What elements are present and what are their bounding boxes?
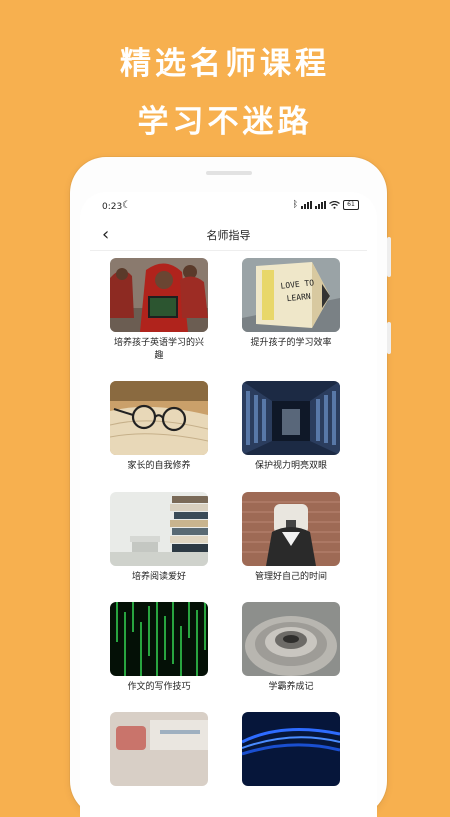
app-screen: 0:23 ☾ ᛒ 61 ‹ 名师指导 培养孩子英语学习的兴趣 LOVE TO L… xyxy=(80,192,377,817)
course-title: 提升孩子的学习效率 xyxy=(250,338,332,348)
bluetooth-icon: ᛒ xyxy=(292,200,298,210)
course-thumbnail xyxy=(110,492,208,566)
course-card[interactable]: 家长的自我修养 xyxy=(110,381,208,473)
course-card[interactable] xyxy=(110,712,208,791)
course-card[interactable]: 培养阅读爱好 xyxy=(110,492,208,584)
phone-speaker xyxy=(206,171,252,175)
course-thumbnail xyxy=(242,712,340,786)
status-time: 0:23 xyxy=(102,202,123,212)
course-title: 培养孩子英语学习的兴趣 xyxy=(114,338,205,361)
course-thumbnail xyxy=(110,712,208,786)
course-title: 作文的写作技巧 xyxy=(127,682,191,692)
do-not-disturb-icon: ☾ xyxy=(122,200,131,211)
course-title: 学霸养成记 xyxy=(268,682,314,692)
course-card[interactable]: 保护视力明亮双眼 xyxy=(242,381,340,473)
course-thumbnail xyxy=(242,381,340,455)
course-title: 保护视力明亮双眼 xyxy=(254,461,327,471)
wifi-icon xyxy=(329,201,340,209)
course-thumbnail xyxy=(110,602,208,676)
signal-icon xyxy=(315,201,326,209)
course-card[interactable] xyxy=(242,712,340,791)
course-title: 管理好自己的时间 xyxy=(254,572,327,582)
phone-side-button xyxy=(387,237,391,277)
promo-headline-2: 学习不迷路 xyxy=(137,104,313,140)
course-thumbnail xyxy=(242,492,340,566)
course-thumbnail xyxy=(242,602,340,676)
phone-side-button xyxy=(387,322,391,354)
course-thumbnail xyxy=(110,381,208,455)
status-bar: 0:23 ☾ ᛒ 61 xyxy=(80,192,377,218)
nav-bar: ‹ 名师指导 xyxy=(90,220,367,251)
course-title: 培养阅读爱好 xyxy=(131,572,186,582)
course-card[interactable]: 学霸养成记 xyxy=(242,602,340,694)
signal-icon xyxy=(301,201,312,209)
page-title: 名师指导 xyxy=(206,229,251,242)
course-thumbnail: LOVE TO LEARN xyxy=(242,258,340,332)
love-to-learn-text: LOVE TO LEARN xyxy=(280,278,315,304)
course-title: 家长的自我修养 xyxy=(127,461,191,471)
phone-frame: 0:23 ☾ ᛒ 61 ‹ 名师指导 培养孩子英语学习的兴趣 LOVE TO L… xyxy=(70,157,391,817)
course-card[interactable]: 培养孩子英语学习的兴趣 xyxy=(110,258,208,363)
course-card[interactable]: 管理好自己的时间 xyxy=(242,492,340,584)
course-card[interactable]: 作文的写作技巧 xyxy=(110,602,208,694)
course-card[interactable]: LOVE TO LEARN 提升孩子的学习效率 xyxy=(242,258,340,350)
battery-icon: 61 xyxy=(343,200,359,210)
course-thumbnail xyxy=(110,258,208,332)
promo-headline-1: 精选名师课程 xyxy=(120,46,330,82)
